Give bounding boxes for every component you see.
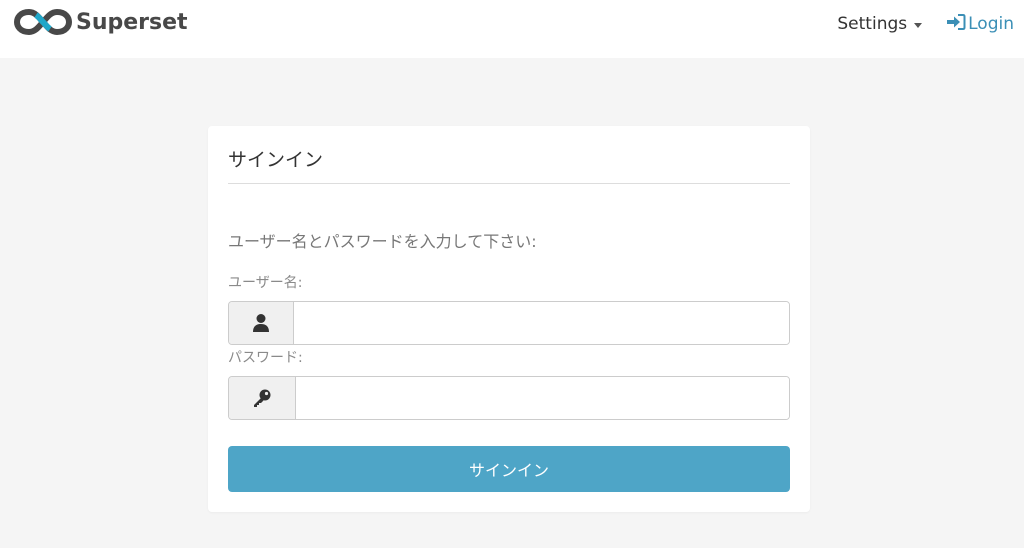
panel-title: サインイン [228,149,324,171]
username-input-group [228,301,790,345]
key-icon [229,377,296,419]
brand-name: Superset [76,9,188,35]
user-icon [229,302,294,344]
username-label: ユーザー名: [228,275,303,291]
brand-link[interactable]: Superset [14,7,188,37]
navbar: Superset Settings Login [0,0,1024,58]
login-instructions: ユーザー名とパスワードを入力して下さい: [228,232,537,251]
password-input-group [228,376,790,420]
login-label: Login [968,14,1014,34]
caret-down-icon [914,22,923,28]
password-label: パスワード: [228,350,303,366]
sign-in-icon [946,13,968,36]
panel-heading: サインイン [228,146,790,184]
login-link[interactable]: Login [946,13,1014,36]
superset-logo-icon [14,7,72,37]
settings-label: Settings [837,14,908,34]
sign-in-button[interactable]: サインイン [228,446,790,492]
settings-dropdown[interactable]: Settings [837,14,923,34]
login-panel: サインイン ユーザー名とパスワードを入力して下さい: ユーザー名: パスワード:… [208,126,810,512]
password-input[interactable] [296,377,789,419]
navbar-right: Settings Login [837,12,1014,36]
username-input[interactable] [294,302,789,344]
